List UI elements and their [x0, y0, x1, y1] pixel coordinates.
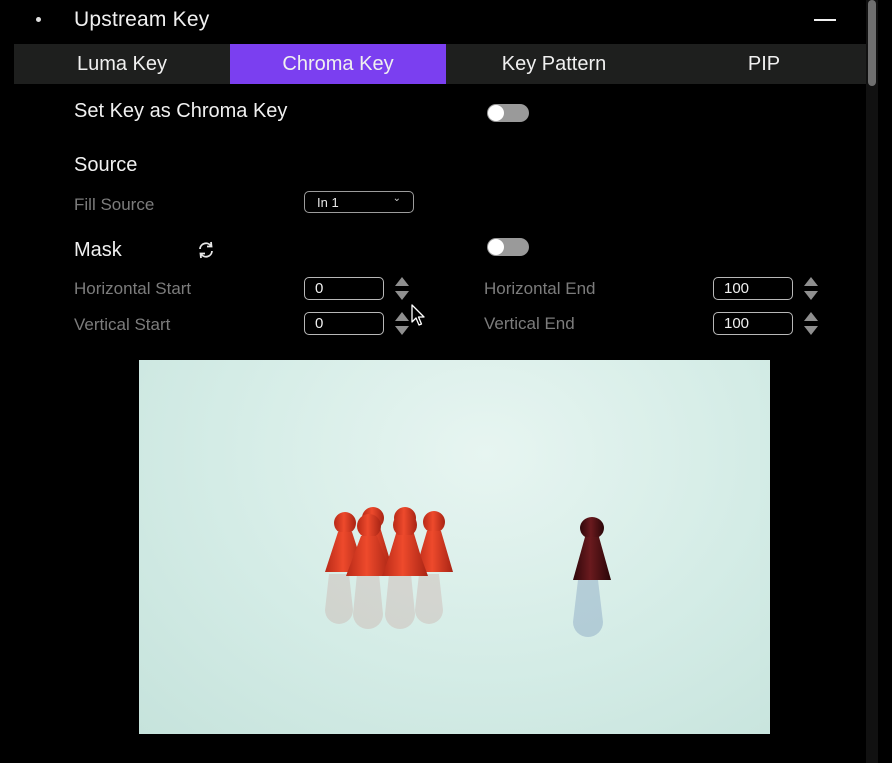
- pawn-reflections: [325, 574, 603, 637]
- scrollbar-thumb[interactable]: [868, 0, 876, 86]
- horizontal-end-stepper[interactable]: [802, 277, 820, 303]
- preview-scene: [325, 507, 611, 637]
- vertical-end-stepper[interactable]: [802, 312, 820, 338]
- horizontal-end-label: Horizontal End: [484, 279, 596, 298]
- chevron-down-icon: ⌄: [392, 193, 401, 204]
- mask-toggle[interactable]: [487, 238, 529, 256]
- vertical-start-label: Vertical Start: [74, 315, 171, 334]
- section-title: Upstream Key: [74, 8, 210, 31]
- tab-chroma-key[interactable]: Chroma Key: [230, 44, 446, 84]
- refresh-icon[interactable]: [196, 240, 216, 260]
- tab-luma-key[interactable]: Luma Key: [14, 44, 230, 84]
- set-key-label: Set Key as Chroma Key: [74, 100, 288, 122]
- horizontal-start-label: Horizontal Start: [74, 279, 192, 298]
- arrow-down-icon[interactable]: [804, 326, 818, 335]
- dark-pawn: [573, 517, 611, 580]
- mask-heading: Mask: [74, 239, 122, 261]
- toggle-knob: [488, 105, 504, 121]
- arrow-down-icon[interactable]: [395, 291, 409, 300]
- scrollbar-track[interactable]: [866, 0, 878, 763]
- arrow-up-icon[interactable]: [804, 312, 818, 321]
- set-key-toggle[interactable]: [487, 104, 529, 122]
- fill-source-select[interactable]: In 1 ⌄: [304, 191, 414, 213]
- mouse-cursor-icon: [410, 304, 426, 328]
- horizontal-start-input[interactable]: 0: [304, 277, 384, 300]
- fill-source-value: In 1: [317, 195, 339, 210]
- tab-key-pattern[interactable]: Key Pattern: [446, 44, 662, 84]
- vertical-end-input[interactable]: 100: [713, 312, 793, 335]
- vertical-start-stepper[interactable]: [393, 312, 411, 338]
- tab-pip[interactable]: PIP: [662, 44, 866, 84]
- red-pawn-group: [325, 507, 453, 576]
- horizontal-start-stepper[interactable]: [393, 277, 411, 303]
- source-heading: Source: [74, 154, 138, 176]
- arrow-down-icon[interactable]: [804, 291, 818, 300]
- fill-source-label: Fill Source: [74, 195, 155, 214]
- vertical-start-input[interactable]: 0: [304, 312, 384, 335]
- preview-image: [139, 360, 770, 734]
- toggle-knob: [488, 239, 504, 255]
- minus-icon[interactable]: [814, 19, 836, 21]
- horizontal-end-input[interactable]: 100: [713, 277, 793, 300]
- arrow-up-icon[interactable]: [395, 277, 409, 286]
- bullet-icon: [36, 17, 41, 22]
- arrow-up-icon[interactable]: [804, 277, 818, 286]
- vertical-end-label: Vertical End: [484, 314, 575, 333]
- tab-bar: Luma Key Chroma Key Key Pattern PIP: [14, 44, 866, 84]
- arrow-up-icon[interactable]: [395, 312, 409, 321]
- arrow-down-icon[interactable]: [395, 326, 409, 335]
